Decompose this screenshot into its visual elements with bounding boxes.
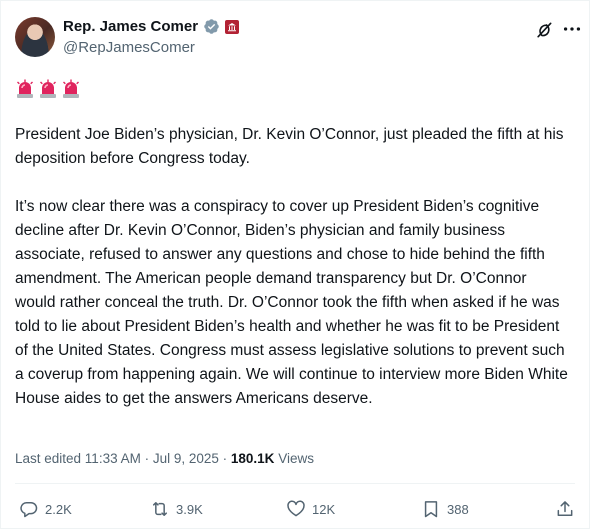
like-button[interactable]: 12K xyxy=(286,499,335,519)
heart-icon xyxy=(287,500,305,517)
reply-icon xyxy=(20,501,38,518)
bookmark-count: 388 xyxy=(447,501,469,517)
reply-button[interactable]: 2.2K xyxy=(19,499,72,519)
post-meta: Last edited 11:33 AM · Jul 9, 2025 · 180… xyxy=(15,451,314,466)
repost-icon xyxy=(153,502,167,516)
edited-timestamp[interactable]: Last edited 11:33 AM · Jul 9, 2025 · xyxy=(15,451,231,466)
bookmark-icon xyxy=(424,501,438,518)
share-icon xyxy=(557,501,573,516)
more-options-icon[interactable] xyxy=(561,18,583,40)
author-name[interactable]: Rep. James Comer xyxy=(63,18,198,35)
avatar[interactable] xyxy=(15,17,55,57)
siren-emoji-icon xyxy=(40,79,56,98)
siren-emoji-icon xyxy=(63,79,79,98)
repost-button[interactable]: 3.9K xyxy=(150,499,203,519)
views-count: 180.1K xyxy=(230,451,275,466)
action-bar: 2.2K 3.9K 12K 388 xyxy=(17,499,577,529)
government-affiliation-icon[interactable] xyxy=(225,19,240,34)
emoji-row xyxy=(15,79,81,99)
repost-count: 3.9K xyxy=(176,501,203,517)
author-name-row: Rep. James Comer xyxy=(63,18,240,35)
grok-icon[interactable] xyxy=(534,20,554,40)
post-card: Rep. James Comer @RepJamesComer Presiden… xyxy=(0,0,590,529)
bookmark-button[interactable]: 388 xyxy=(421,499,469,519)
share-button[interactable] xyxy=(555,499,575,519)
siren-emoji-icon xyxy=(17,79,33,98)
post-text: President Joe Biden’s physician, Dr. Kev… xyxy=(15,126,568,407)
author-handle[interactable]: @RepJamesComer xyxy=(63,39,195,56)
like-count: 12K xyxy=(312,501,336,517)
views-label: Views xyxy=(274,451,314,466)
divider xyxy=(15,483,575,484)
reply-count: 2.2K xyxy=(45,501,72,517)
verified-badge-icon[interactable] xyxy=(203,18,220,35)
